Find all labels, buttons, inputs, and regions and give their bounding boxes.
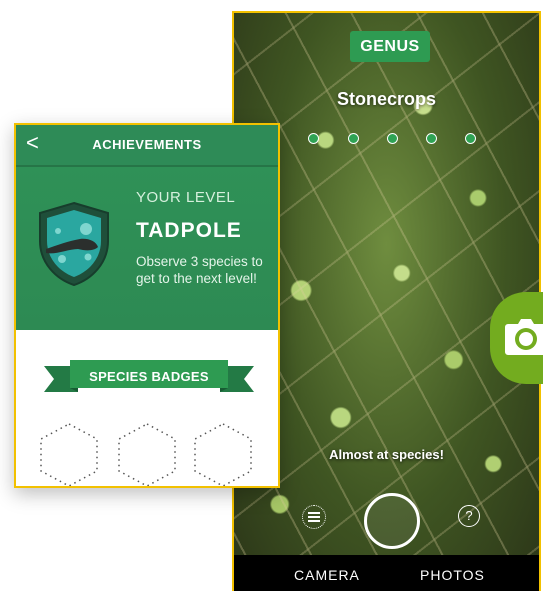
- bottom-tab-bar: CAMERA PHOTOS: [234, 555, 539, 591]
- rank-dot: [308, 133, 319, 144]
- rank-dot: [348, 133, 359, 144]
- page-title: ACHIEVEMENTS: [92, 137, 202, 152]
- camera-icon: [505, 319, 543, 355]
- rank-dot: [387, 133, 398, 144]
- species-badges-title: SPECIES BADGES: [89, 369, 209, 384]
- taxon-name: Stonecrops: [336, 89, 437, 109]
- tab-photos[interactable]: PHOTOS: [420, 567, 485, 583]
- help-icon[interactable]: ?: [458, 505, 480, 527]
- rank-dot: [465, 133, 476, 144]
- rank-badge: GENUS: [350, 31, 430, 62]
- achievements-card: < ACHIEVEMENTS YOUR LEVEL TADPOLE Observ…: [14, 123, 280, 488]
- level-name: TADPOLE: [136, 219, 242, 242]
- level-panel: YOUR LEVEL TADPOLE Observe 3 species to …: [16, 165, 278, 330]
- level-label: YOUR LEVEL: [136, 189, 236, 206]
- tadpole-shield-icon: [39, 201, 109, 287]
- species-badges-banner: SPECIES BADGES: [44, 358, 254, 398]
- floating-camera-button[interactable]: [490, 292, 543, 384]
- badge-slot: [194, 423, 252, 486]
- badge-slot: [118, 423, 176, 486]
- rank-dot: [426, 133, 437, 144]
- tab-camera[interactable]: CAMERA: [294, 567, 360, 583]
- achievements-header: < ACHIEVEMENTS: [16, 125, 278, 165]
- level-description: Observe 3 species to get to the next lev…: [136, 254, 263, 286]
- shutter-button[interactable]: [364, 493, 420, 549]
- rank-progress-dots: [308, 133, 476, 145]
- badge-slot: [40, 423, 98, 486]
- filter-icon[interactable]: [302, 505, 326, 529]
